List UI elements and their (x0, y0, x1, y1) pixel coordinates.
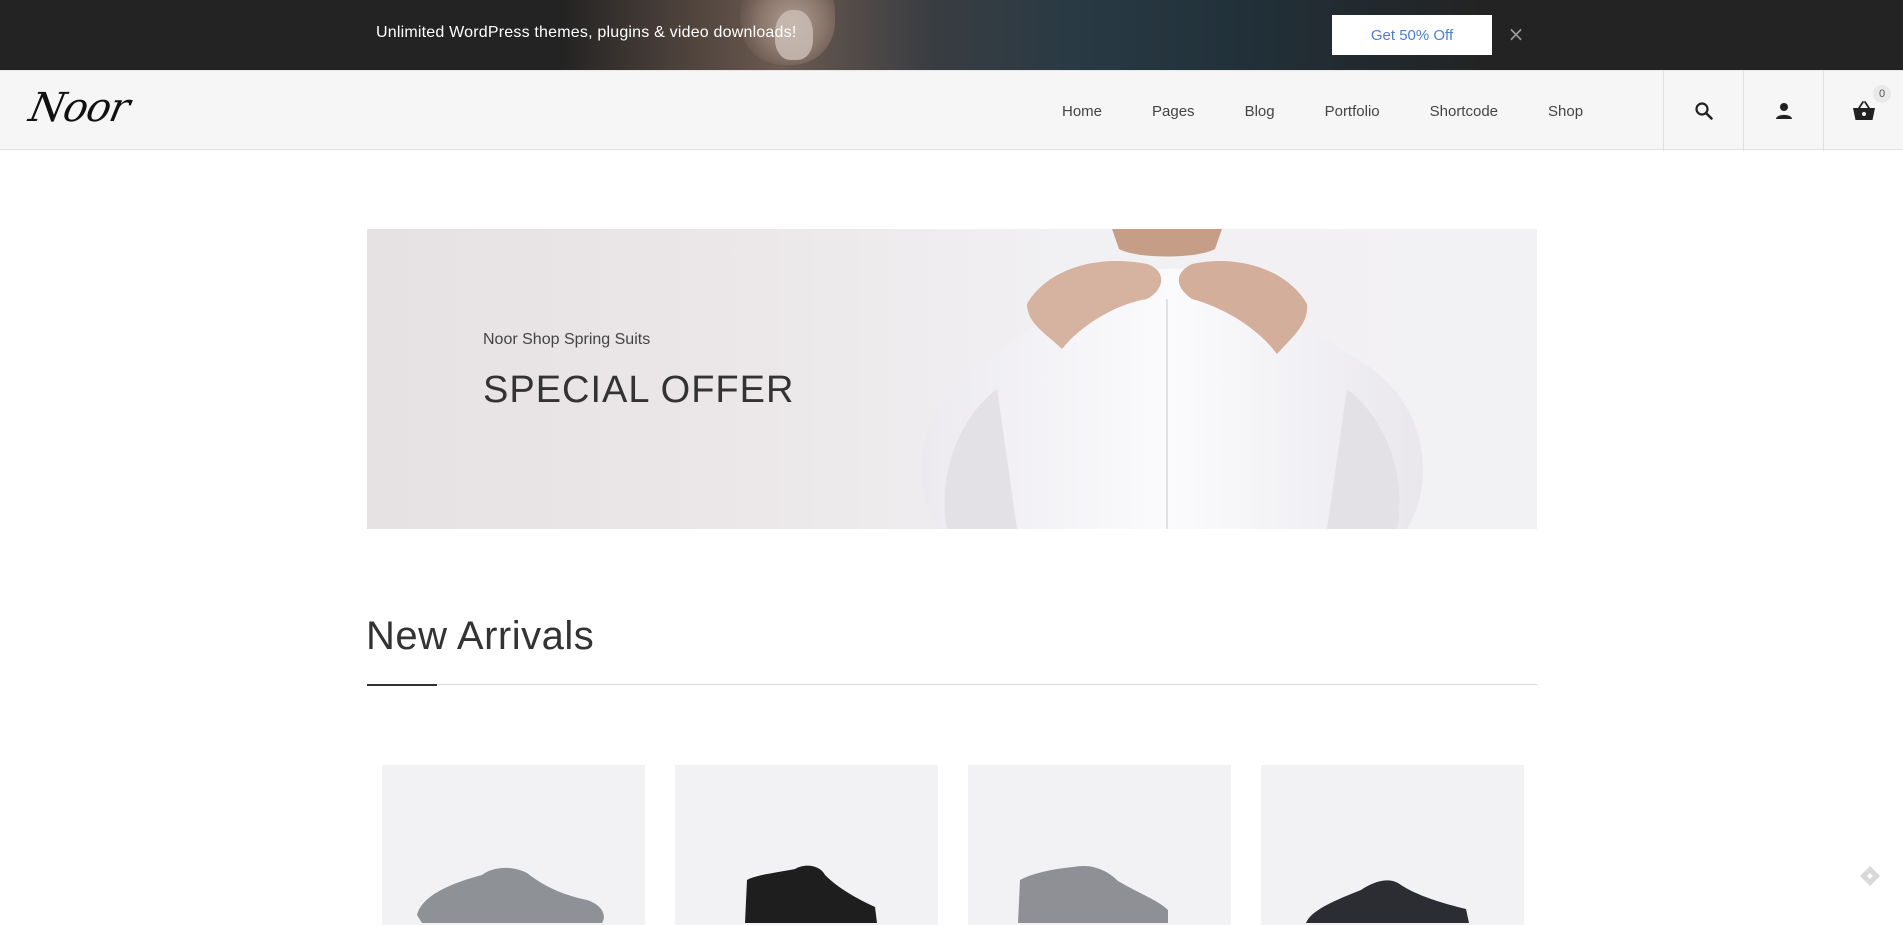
close-icon[interactable]: × (1506, 24, 1526, 44)
shoe-image (1018, 865, 1168, 923)
nav-item-blog[interactable]: Blog (1245, 103, 1275, 120)
search-icon (1694, 102, 1713, 120)
hero-model-image (921, 229, 1423, 529)
promo-bar: Unlimited WordPress themes, plugins & vi… (0, 0, 1903, 70)
section-divider (367, 684, 1537, 685)
account-button[interactable] (1743, 71, 1823, 151)
site-header: Noor Home Pages Blog Portfolio Shortcode… (0, 70, 1903, 151)
site-logo[interactable]: Noor (25, 85, 133, 131)
hero-banner[interactable]: Noor Shop Spring Suits SPECIAL OFFER (367, 229, 1537, 529)
promo-text: Unlimited WordPress themes, plugins & vi… (376, 24, 797, 41)
nav-item-pages[interactable]: Pages (1152, 103, 1195, 120)
product-card[interactable] (1261, 765, 1524, 925)
section-title: New Arrivals (366, 614, 595, 658)
nav-item-home[interactable]: Home (1062, 103, 1102, 120)
hero-title: SPECIAL OFFER (483, 369, 795, 411)
cart-count-badge: 0 (1873, 85, 1891, 103)
section-divider-accent (367, 684, 437, 686)
main-nav: Home Pages Blog Portfolio Shortcode Shop (1062, 71, 1583, 151)
search-button[interactable] (1663, 71, 1743, 151)
user-icon (1775, 103, 1792, 119)
shoe-image (1306, 880, 1469, 923)
get-discount-button[interactable]: Get 50% Off (1332, 15, 1492, 55)
product-card[interactable] (382, 765, 645, 925)
nav-item-shortcode[interactable]: Shortcode (1430, 103, 1498, 120)
product-card[interactable] (968, 765, 1231, 925)
nav-item-shop[interactable]: Shop (1548, 103, 1583, 120)
shoe-image (745, 865, 877, 923)
diamond-icon[interactable] (1858, 864, 1882, 888)
nav-item-portfolio[interactable]: Portfolio (1325, 103, 1380, 120)
shoe-image (417, 867, 604, 923)
basket-icon (1852, 101, 1875, 120)
product-card[interactable] (675, 765, 938, 925)
cart-button[interactable]: 0 (1823, 71, 1903, 151)
hero-subtitle: Noor Shop Spring Suits (483, 331, 651, 348)
